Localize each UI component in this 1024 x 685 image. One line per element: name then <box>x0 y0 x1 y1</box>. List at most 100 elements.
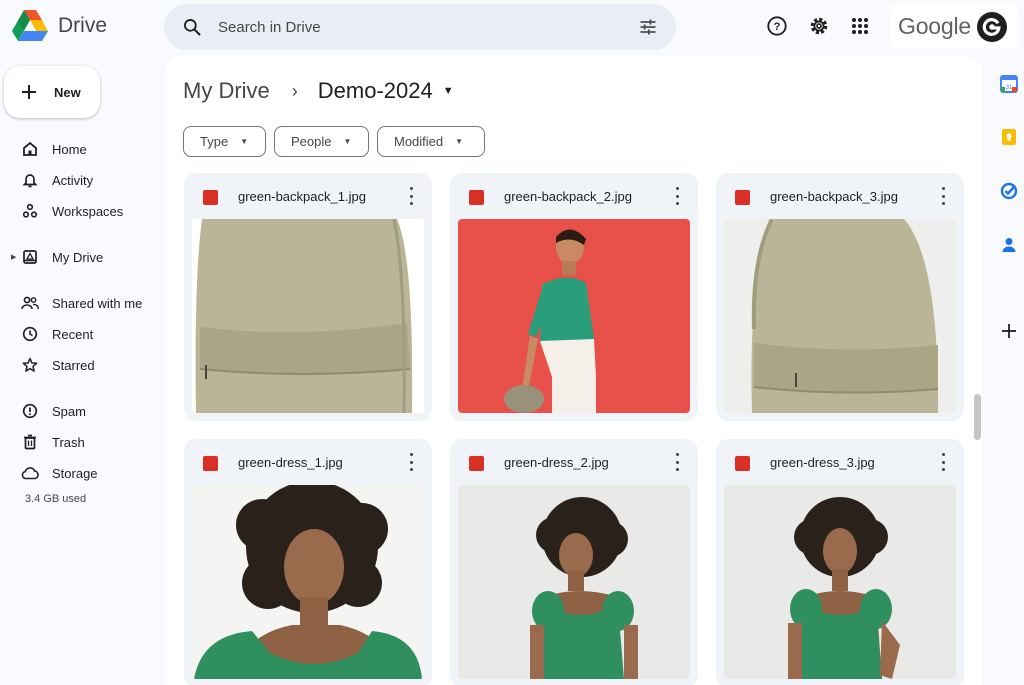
file-card[interactable]: green-backpack_3.jpg <box>716 173 964 421</box>
drive-logo-icon <box>12 10 48 41</box>
filter-label: Type <box>200 134 229 149</box>
trash-icon <box>21 433 39 451</box>
file-thumbnail <box>192 485 424 679</box>
breadcrumb-current-folder[interactable]: Demo-2024 <box>318 78 433 104</box>
new-button[interactable]: New <box>4 66 100 118</box>
file-card[interactable]: green-dress_1.jpg <box>184 439 432 685</box>
chevron-down-icon: ▼ <box>455 137 464 146</box>
sidebar-item-starred[interactable]: Starred <box>0 351 160 379</box>
sidebar-item-label: Storage <box>52 465 98 481</box>
file-card[interactable]: green-backpack_1.jpg <box>184 173 432 421</box>
filter-people-chip[interactable]: People ▼ <box>274 126 369 157</box>
sidebar-item-label: Shared with me <box>52 295 143 311</box>
breadcrumb: My Drive › Demo-2024 ▼ <box>183 78 454 104</box>
app-name: Drive <box>58 14 108 37</box>
star-icon <box>21 356 39 374</box>
image-file-icon <box>469 190 484 205</box>
my-drive-icon <box>21 248 39 266</box>
chevron-down-icon: ▼ <box>343 137 352 146</box>
expand-caret-icon[interactable]: ▶ <box>11 253 16 261</box>
sidebar-item-label: Home <box>52 141 87 157</box>
account-logo-icon <box>982 17 1001 36</box>
search-bar[interactable]: Search in Drive <box>164 4 676 50</box>
filter-type-chip[interactable]: Type ▼ <box>183 126 266 157</box>
sidebar-item-home[interactable]: Home <box>0 135 160 163</box>
sidebar-item-label: Recent <box>52 326 94 342</box>
svg-text:31: 31 <box>1006 85 1013 91</box>
apps-grid-icon[interactable] <box>848 14 872 38</box>
clock-icon <box>21 325 39 343</box>
image-file-icon <box>469 456 484 471</box>
scrollbar-thumb[interactable] <box>974 394 981 440</box>
chevron-right-icon: › <box>291 80 298 101</box>
image-file-icon <box>203 456 218 471</box>
bell-icon <box>21 171 39 189</box>
sidebar-item-label: Workspaces <box>52 203 124 219</box>
more-vert-icon[interactable] <box>406 187 416 205</box>
file-thumbnail <box>724 485 956 679</box>
account-name: Google <box>898 13 971 39</box>
more-vert-icon[interactable] <box>938 453 948 471</box>
sidebar-item-storage[interactable]: Storage <box>0 459 160 487</box>
file-card[interactable]: green-dress_3.jpg <box>716 439 964 685</box>
breadcrumb-root[interactable]: My Drive <box>183 78 270 104</box>
sidebar-item-activity[interactable]: Activity <box>0 166 160 194</box>
sidebar-item-trash[interactable]: Trash <box>0 428 160 456</box>
sidebar-item-workspaces[interactable]: Workspaces <box>0 197 160 225</box>
file-name: green-dress_3.jpg <box>770 455 875 470</box>
sidebar-item-label: Starred <box>52 357 95 373</box>
file-name: green-backpack_2.jpg <box>504 189 632 204</box>
filter-modified-chip[interactable]: Modified ▼ <box>377 126 485 157</box>
help-icon[interactable]: ? <box>765 14 789 38</box>
add-addon-plus-icon[interactable] <box>1000 322 1018 340</box>
search-options-icon[interactable] <box>638 17 658 37</box>
calendar-icon[interactable]: 31 <box>1000 75 1018 93</box>
drive-logo[interactable]: Drive <box>12 10 107 42</box>
sidebar-item-label: Activity <box>52 172 94 188</box>
file-name: green-backpack_3.jpg <box>770 189 898 204</box>
avatar[interactable] <box>976 11 1007 42</box>
more-vert-icon[interactable] <box>672 187 682 205</box>
filter-label: Modified <box>394 134 444 149</box>
sidebar-item-label: Spam <box>52 403 86 419</box>
account-switcher[interactable]: Google <box>890 4 1018 49</box>
file-card[interactable]: green-dress_2.jpg <box>450 439 698 685</box>
plus-icon <box>22 85 36 99</box>
sidebar-item-label: My Drive <box>52 249 104 265</box>
workspaces-icon <box>21 202 39 220</box>
file-card[interactable]: green-backpack_2.jpg <box>450 173 698 421</box>
storage-used-text: 3.4 GB used <box>25 493 87 505</box>
chevron-down-icon: ▼ <box>240 137 249 146</box>
folder-menu-caret-icon[interactable]: ▼ <box>443 85 454 97</box>
cloud-icon <box>21 464 39 482</box>
shared-people-icon <box>21 294 39 312</box>
sidebar-item-shared-with-me[interactable]: Shared with me <box>0 289 160 317</box>
more-vert-icon[interactable] <box>672 453 682 471</box>
file-thumbnail <box>458 485 690 679</box>
sidebar-item-label: Trash <box>52 434 85 450</box>
tasks-icon[interactable] <box>1000 182 1018 200</box>
contacts-icon[interactable] <box>1000 236 1018 254</box>
file-name: green-dress_1.jpg <box>238 455 343 470</box>
settings-gear-icon[interactable] <box>807 14 831 38</box>
image-file-icon <box>735 190 750 205</box>
sidebar-item-my-drive[interactable]: ▶ My Drive <box>0 243 160 271</box>
image-file-icon <box>735 456 750 471</box>
home-icon <box>21 140 39 158</box>
sidebar-item-recent[interactable]: Recent <box>0 320 160 348</box>
new-button-label: New <box>54 84 81 100</box>
file-thumbnail <box>724 219 956 413</box>
search-icon[interactable] <box>182 17 202 37</box>
filter-label: People <box>291 134 332 149</box>
file-thumbnail <box>192 219 424 413</box>
file-name: green-dress_2.jpg <box>504 455 609 470</box>
search-input[interactable]: Search in Drive <box>218 19 638 36</box>
more-vert-icon[interactable] <box>938 187 948 205</box>
sidebar-item-spam[interactable]: Spam <box>0 397 160 425</box>
more-vert-icon[interactable] <box>406 453 416 471</box>
file-name: green-backpack_1.jpg <box>238 189 366 204</box>
file-thumbnail <box>458 219 690 413</box>
keep-notes-icon[interactable] <box>1000 128 1018 146</box>
spam-icon <box>21 402 39 420</box>
svg-text:?: ? <box>774 21 781 33</box>
